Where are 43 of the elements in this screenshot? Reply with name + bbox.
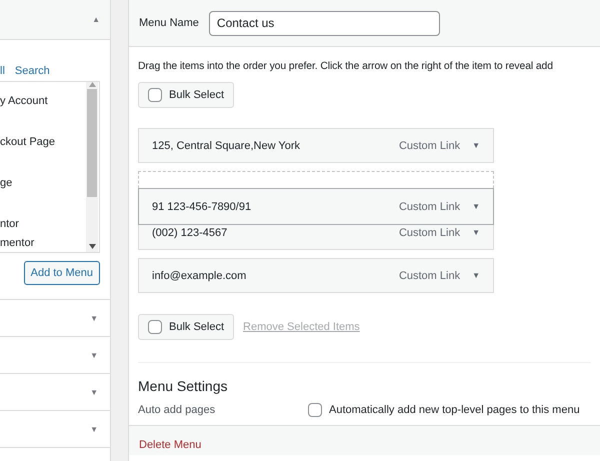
page-item[interactable]: mentor <box>0 237 34 249</box>
item-title: (002) 123-4567 <box>152 226 228 238</box>
expand-toggle[interactable]: ▼ <box>472 141 480 150</box>
expand-toggle[interactable]: ▼ <box>472 271 480 280</box>
page-item[interactable]: ckout Page <box>0 136 56 148</box>
expand-toggle[interactable]: ▼ <box>472 202 480 211</box>
item-title: info@example.com <box>152 270 248 282</box>
collapse-toggle[interactable]: ▲ <box>92 15 100 24</box>
page-item[interactable]: ntor <box>0 218 19 230</box>
expand-toggle[interactable]: ▼ <box>472 228 480 237</box>
delete-menu-link[interactable]: Delete Menu <box>139 439 202 451</box>
item-title: 125, Central Square,New York <box>152 140 301 152</box>
expand-toggle[interactable]: ▼ <box>90 314 98 322</box>
checkbox[interactable] <box>148 88 162 102</box>
tab[interactable]: Search <box>14 65 50 77</box>
section-heading: Menu Settings <box>138 378 228 394</box>
instructions-text: Drag the items into the order you prefer. Click the arrow on the right of the item to reveal add <box>138 60 553 73</box>
menu-item[interactable]: info@example.com Custom Link ▼ <box>138 258 494 293</box>
item-type: Custom Link <box>398 226 460 238</box>
bulk-select-button[interactable]: Bulk Select <box>138 314 234 340</box>
expand-toggle[interactable]: ▼ <box>90 388 98 396</box>
expand-toggle[interactable]: ▼ <box>90 424 98 434</box>
menu-item[interactable]: 91 123-456-7890/91 Custom Link ▼ <box>138 188 494 225</box>
checkbox[interactable] <box>148 320 162 334</box>
menu-name-field[interactable]: Contact us <box>208 10 440 36</box>
item-title: 91 123-456-7890/91 <box>152 200 252 212</box>
tab[interactable]: ll <box>0 65 5 77</box>
menu-item[interactable]: 125, Central Square,New York Custom Link ▼ <box>138 128 494 163</box>
expand-toggle[interactable]: ▼ <box>90 350 98 360</box>
checkbox[interactable] <box>308 403 322 417</box>
item-type: Custom Link <box>398 270 460 282</box>
option-label: Automatically add new top-level pages to this menu <box>329 404 580 416</box>
bulk-select-button[interactable]: Bulk Select <box>138 82 234 108</box>
item-type: Custom Link <box>398 200 460 212</box>
scrollbar[interactable] <box>86 82 98 252</box>
setting-label: Auto add pages <box>138 404 216 416</box>
page-item[interactable]: ge <box>0 177 12 189</box>
item-type: Custom Link <box>398 140 460 152</box>
field-label: Menu Name <box>139 17 199 29</box>
scroll-down-icon[interactable] <box>88 244 96 249</box>
scroll-up-icon[interactable] <box>88 82 96 87</box>
page-item[interactable]: y Account <box>0 95 48 107</box>
add-to-menu-button[interactable]: Add to Menu <box>24 261 100 285</box>
